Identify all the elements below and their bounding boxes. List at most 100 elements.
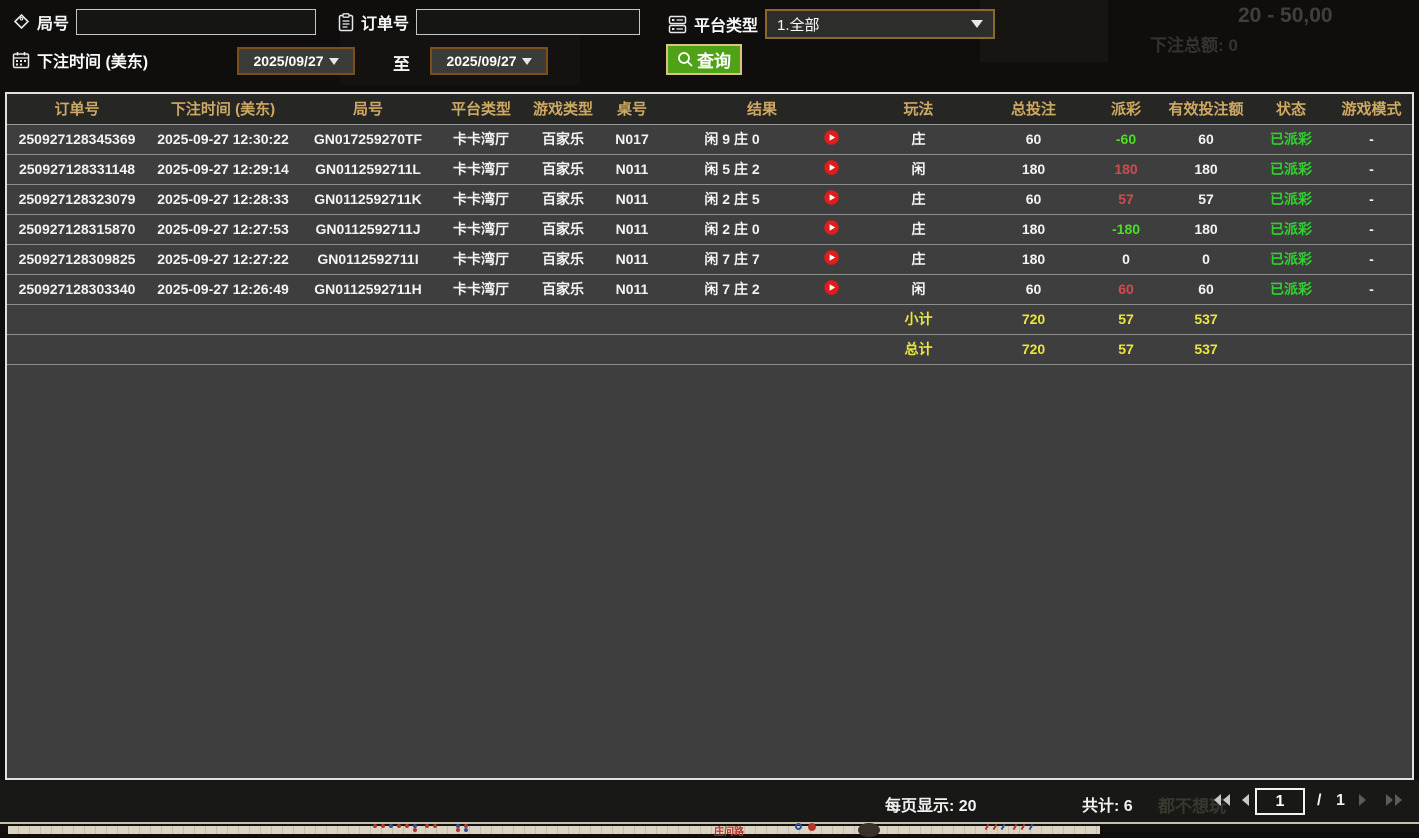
date-range-to-label: 至 — [393, 50, 410, 75]
cell-round-no: GN0112592711J — [299, 214, 437, 244]
search-icon — [677, 51, 694, 68]
roadmap-grid — [8, 826, 1100, 834]
roadmap-ball-mark — [808, 823, 816, 831]
cell-order-no: 250927128315870 — [7, 214, 147, 244]
cell-valid-bet: 60 — [1161, 274, 1251, 304]
total-spacer — [7, 334, 861, 364]
next-page-button[interactable] — [1358, 793, 1368, 807]
total-valid-bet: 537 — [1161, 334, 1251, 364]
cell-result: 闲 9 庄 0 — [663, 124, 801, 154]
cell-table-no: N011 — [601, 244, 663, 274]
previous-page-button[interactable] — [1240, 793, 1250, 807]
cell-bet-time: 2025-09-27 12:27:22 — [147, 244, 299, 274]
cell-replay — [801, 184, 861, 214]
query-button-label: 查询 — [697, 47, 731, 72]
chevron-down-icon — [329, 58, 339, 65]
cell-bet-time: 2025-09-27 12:30:22 — [147, 124, 299, 154]
cell-round-no: GN0112592711L — [299, 154, 437, 184]
cell-order-no: 250927128309825 — [7, 244, 147, 274]
col-platform: 平台类型 — [437, 94, 525, 124]
subtotal-payout: 57 — [1091, 304, 1161, 334]
cell-valid-bet: 180 — [1161, 214, 1251, 244]
order-filter-label: 订单号 — [361, 10, 409, 34]
cell-replay — [801, 124, 861, 154]
col-valid-bet: 有效投注额 — [1161, 94, 1251, 124]
platform-filter-group: 平台类型 1.全部 — [668, 9, 995, 39]
cell-status: 已派彩 — [1251, 244, 1331, 274]
first-page-button[interactable] — [1213, 793, 1231, 807]
cell-replay — [801, 154, 861, 184]
roadmap-label-text: 庄问路 — [714, 823, 744, 838]
cell-game-mode: - — [1331, 244, 1412, 274]
round-number-input[interactable] — [76, 9, 316, 35]
query-button[interactable]: 查询 — [666, 44, 742, 75]
replay-play-button[interactable] — [821, 280, 842, 295]
filter-bar: 20 - 50,00 下注总额: 0 局号 订单号 平台类型 1.全部 下注时间… — [0, 0, 1419, 90]
replay-play-button[interactable] — [821, 250, 842, 265]
roadmap-ring-mark — [795, 823, 802, 830]
total-row: 总计 720 57 537 — [7, 334, 1412, 364]
cell-order-no: 250927128303340 — [7, 274, 147, 304]
cell-bet-time: 2025-09-27 12:26:49 — [147, 274, 299, 304]
chevron-down-icon — [522, 58, 532, 65]
replay-play-button[interactable] — [821, 190, 842, 205]
replay-play-button[interactable] — [821, 130, 842, 145]
subtotal-valid-bet: 537 — [1161, 304, 1251, 334]
replay-play-button[interactable] — [821, 220, 842, 235]
table-row: 250927128323079 2025-09-27 12:28:33 GN01… — [7, 184, 1412, 214]
cell-valid-bet: 180 — [1161, 154, 1251, 184]
cell-order-no: 250927128323079 — [7, 184, 147, 214]
platform-filter-label: 平台类型 — [694, 12, 758, 36]
round-filter-group: 局号 — [12, 9, 316, 35]
round-filter-label: 局号 — [37, 10, 69, 34]
cell-total-bet: 60 — [976, 124, 1091, 154]
platform-type-selected-value: 1.全部 — [777, 14, 820, 35]
table-header-row: 订单号 下注时间 (美东) 局号 平台类型 游戏类型 桌号 结果 玩法 总投注 … — [7, 94, 1412, 124]
cell-status: 已派彩 — [1251, 274, 1331, 304]
cell-game-mode: - — [1331, 124, 1412, 154]
subtotal-total-bet: 720 — [976, 304, 1091, 334]
bet-time-filter-label: 下注时间 (美东) — [37, 48, 148, 72]
cell-play-type: 庄 — [861, 184, 976, 214]
date-from-picker[interactable]: 2025/09/27 — [237, 47, 355, 75]
cell-bet-time: 2025-09-27 12:29:14 — [147, 154, 299, 184]
tag-icon — [12, 13, 30, 31]
replay-play-button[interactable] — [821, 160, 842, 175]
per-page-text: 每页显示: 20 — [885, 792, 977, 816]
date-from-value: 2025/09/27 — [253, 53, 323, 69]
subtotal-spacer — [7, 304, 861, 334]
betting-records-screen: { "filters": { "round_label": "局号", "ord… — [0, 0, 1419, 832]
total-pages-text: 1 — [1336, 792, 1345, 810]
col-status: 状态 — [1251, 94, 1331, 124]
order-number-input[interactable] — [416, 9, 640, 35]
cell-game-mode: - — [1331, 214, 1412, 244]
cell-bet-time: 2025-09-27 12:27:53 — [147, 214, 299, 244]
cell-platform: 卡卡湾厅 — [437, 274, 525, 304]
cell-result: 闲 2 庄 0 — [663, 214, 801, 244]
cell-table-no: N017 — [601, 124, 663, 154]
cell-table-no: N011 — [601, 154, 663, 184]
calendar-icon — [12, 51, 30, 69]
col-table-no: 桌号 — [601, 94, 663, 124]
cell-play-type: 庄 — [861, 214, 976, 244]
col-game-type: 游戏类型 — [525, 94, 601, 124]
platform-type-select[interactable]: 1.全部 — [765, 9, 995, 39]
cell-order-no: 250927128345369 — [7, 124, 147, 154]
background-chip — [858, 823, 880, 837]
cell-platform: 卡卡湾厅 — [437, 244, 525, 274]
bet-time-filter-group: 下注时间 (美东) — [12, 48, 148, 72]
col-order-no: 订单号 — [7, 94, 147, 124]
cell-total-bet: 180 — [976, 214, 1091, 244]
cell-platform: 卡卡湾厅 — [437, 154, 525, 184]
date-to-picker[interactable]: 2025/09/27 — [430, 47, 548, 75]
cell-valid-bet: 0 — [1161, 244, 1251, 274]
col-result: 结果 — [663, 94, 861, 124]
cell-table-no: N011 — [601, 214, 663, 244]
table-row: 250927128345369 2025-09-27 12:30:22 GN01… — [7, 124, 1412, 154]
cell-order-no: 250927128331148 — [7, 154, 147, 184]
cell-result: 闲 2 庄 5 — [663, 184, 801, 214]
cell-status: 已派彩 — [1251, 214, 1331, 244]
last-page-button[interactable] — [1385, 793, 1403, 807]
page-separator: / — [1317, 792, 1321, 810]
page-number-input[interactable] — [1255, 788, 1305, 815]
